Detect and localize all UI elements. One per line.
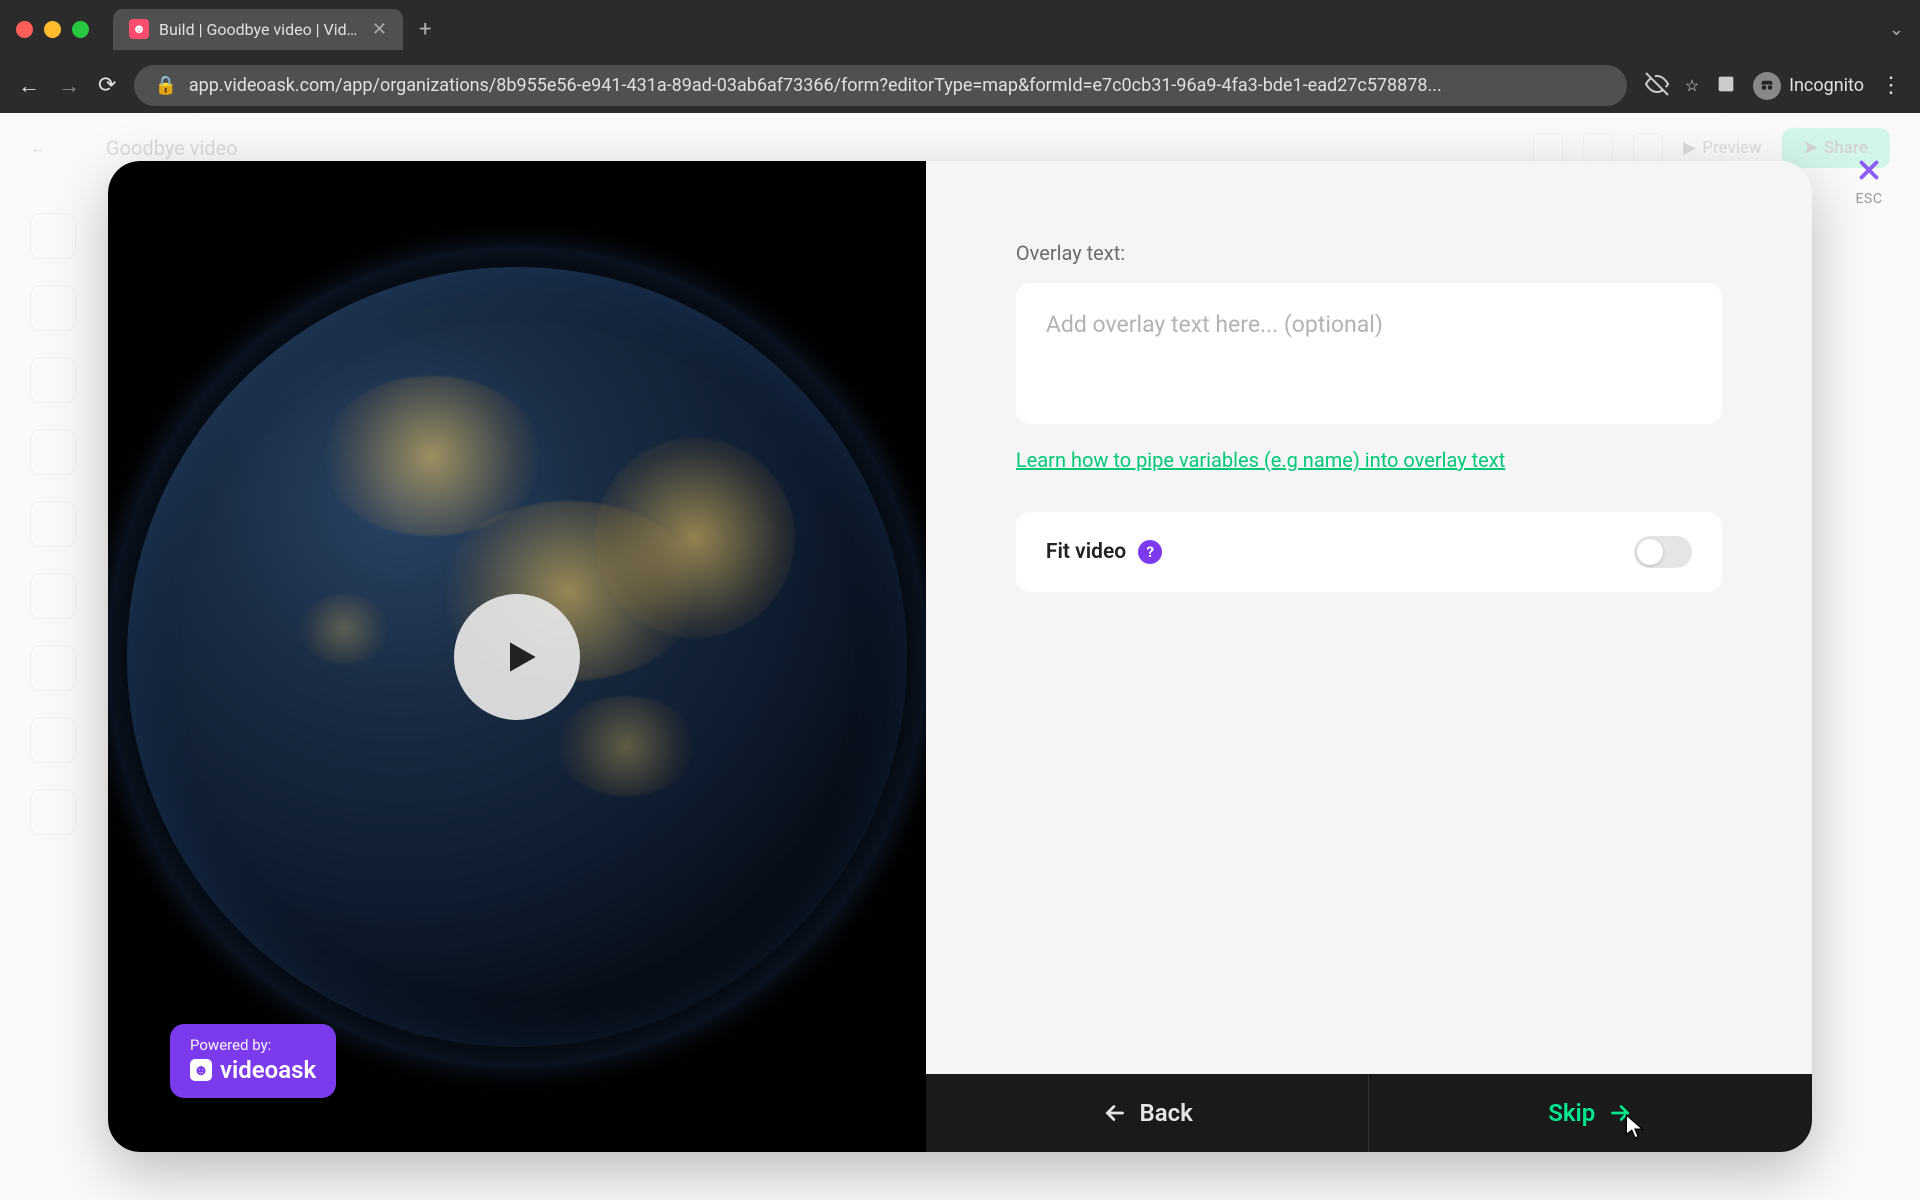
bg-sidebar-item bbox=[30, 645, 76, 691]
bg-page-title: Goodbye video bbox=[106, 136, 238, 160]
bg-sidebar-item bbox=[30, 789, 76, 835]
powered-brand: ☻ videoask bbox=[190, 1056, 316, 1084]
brand-name: videoask bbox=[220, 1056, 316, 1084]
app-canvas: ← Goodbye video ▶Preview ➤Share ESC bbox=[0, 113, 1920, 1200]
pipe-variables-help-link[interactable]: Learn how to pipe variables (e.g name) i… bbox=[1016, 448, 1505, 472]
bg-action-icon bbox=[1583, 133, 1613, 163]
tab-favicon-icon: ☻ bbox=[129, 19, 149, 39]
arrow-left-icon bbox=[1102, 1100, 1128, 1126]
form-pane: Overlay text: Learn how to pipe variable… bbox=[926, 161, 1812, 1152]
incognito-badge[interactable]: Incognito bbox=[1753, 72, 1864, 100]
powered-by-badge[interactable]: Powered by: ☻ videoask bbox=[170, 1024, 336, 1098]
bg-sidebar-item bbox=[30, 429, 76, 475]
nav-forward-icon[interactable]: → bbox=[58, 73, 80, 99]
close-esc-label: ESC bbox=[1854, 191, 1884, 207]
form-body: Overlay text: Learn how to pipe variable… bbox=[926, 161, 1812, 1074]
close-icon bbox=[1854, 155, 1884, 189]
toggle-knob bbox=[1637, 539, 1663, 565]
minimize-window-button[interactable] bbox=[44, 21, 61, 38]
incognito-icon bbox=[1753, 72, 1781, 100]
tab-close-icon[interactable]: ✕ bbox=[372, 19, 387, 40]
bg-back-arrow-icon: ← bbox=[30, 138, 46, 158]
incognito-label: Incognito bbox=[1789, 75, 1864, 96]
new-tab-button[interactable]: + bbox=[419, 17, 431, 42]
bg-sidebar-item bbox=[30, 213, 76, 259]
maximize-window-button[interactable] bbox=[72, 21, 89, 38]
arrow-right-icon bbox=[1607, 1100, 1633, 1126]
bg-action-icon bbox=[1533, 133, 1563, 163]
skip-label: Skip bbox=[1548, 1099, 1595, 1127]
overlay-text-label: Overlay text: bbox=[1016, 241, 1722, 265]
tab-bar: ☻ Build | Goodbye video | VideoA ✕ + ⌄ bbox=[113, 9, 1904, 50]
lock-icon: 🔒 bbox=[154, 75, 176, 96]
play-icon bbox=[499, 635, 543, 679]
back-label: Back bbox=[1140, 1099, 1193, 1127]
editor-modal: Powered by: ☻ videoask Overlay text: Lea… bbox=[108, 161, 1812, 1152]
overlay-text-input[interactable] bbox=[1046, 311, 1692, 392]
close-window-button[interactable] bbox=[16, 21, 33, 38]
toolbar-actions: ☆ Incognito ⋮ bbox=[1645, 72, 1902, 100]
bookmark-star-icon[interactable]: ☆ bbox=[1685, 76, 1699, 95]
tab-title: Build | Goodbye video | VideoA bbox=[159, 20, 362, 39]
skip-button[interactable]: Skip bbox=[1369, 1074, 1812, 1152]
overlay-text-field-wrap[interactable] bbox=[1016, 283, 1722, 424]
url-text: app.videoask.com/app/organizations/8b955… bbox=[189, 75, 1607, 96]
bg-sidebar-item bbox=[30, 573, 76, 619]
window-controls bbox=[16, 21, 89, 38]
bg-action-icon bbox=[1633, 133, 1663, 163]
bg-sidebar bbox=[30, 213, 100, 1170]
nav-reload-icon[interactable]: ⟳ bbox=[98, 73, 116, 98]
powered-by-label: Powered by: bbox=[190, 1036, 316, 1054]
browser-titlebar: ☻ Build | Goodbye video | VideoA ✕ + ⌄ bbox=[0, 0, 1920, 58]
browser-toolbar: ← → ⟳ 🔒 app.videoask.com/app/organizatio… bbox=[0, 58, 1920, 113]
play-button[interactable] bbox=[454, 594, 580, 720]
tab-overflow-icon[interactable]: ⌄ bbox=[1889, 19, 1904, 40]
bg-preview-button: ▶Preview bbox=[1683, 138, 1761, 158]
fit-video-toggle[interactable] bbox=[1634, 536, 1692, 568]
extensions-icon[interactable] bbox=[1715, 73, 1737, 99]
back-button[interactable]: Back bbox=[926, 1074, 1370, 1152]
fit-video-row: Fit video ? bbox=[1016, 512, 1722, 592]
bg-sidebar-item bbox=[30, 501, 76, 547]
nav-back-icon[interactable]: ← bbox=[18, 73, 40, 99]
address-bar[interactable]: 🔒 app.videoask.com/app/organizations/8b9… bbox=[134, 65, 1626, 106]
close-modal[interactable]: ESC bbox=[1854, 155, 1884, 207]
browser-tab-active[interactable]: ☻ Build | Goodbye video | VideoA ✕ bbox=[113, 9, 403, 50]
eye-off-icon[interactable] bbox=[1645, 72, 1669, 100]
fit-video-label: Fit video bbox=[1046, 540, 1126, 564]
browser-menu-icon[interactable]: ⋮ bbox=[1880, 73, 1902, 98]
bg-sidebar-item bbox=[30, 285, 76, 331]
modal-footer: Back Skip bbox=[926, 1074, 1812, 1152]
brand-logo-icon: ☻ bbox=[190, 1059, 212, 1081]
bg-sidebar-item bbox=[30, 357, 76, 403]
bg-sidebar-item bbox=[30, 717, 76, 763]
video-preview-pane: Powered by: ☻ videoask bbox=[108, 161, 926, 1152]
help-icon[interactable]: ? bbox=[1138, 540, 1162, 564]
